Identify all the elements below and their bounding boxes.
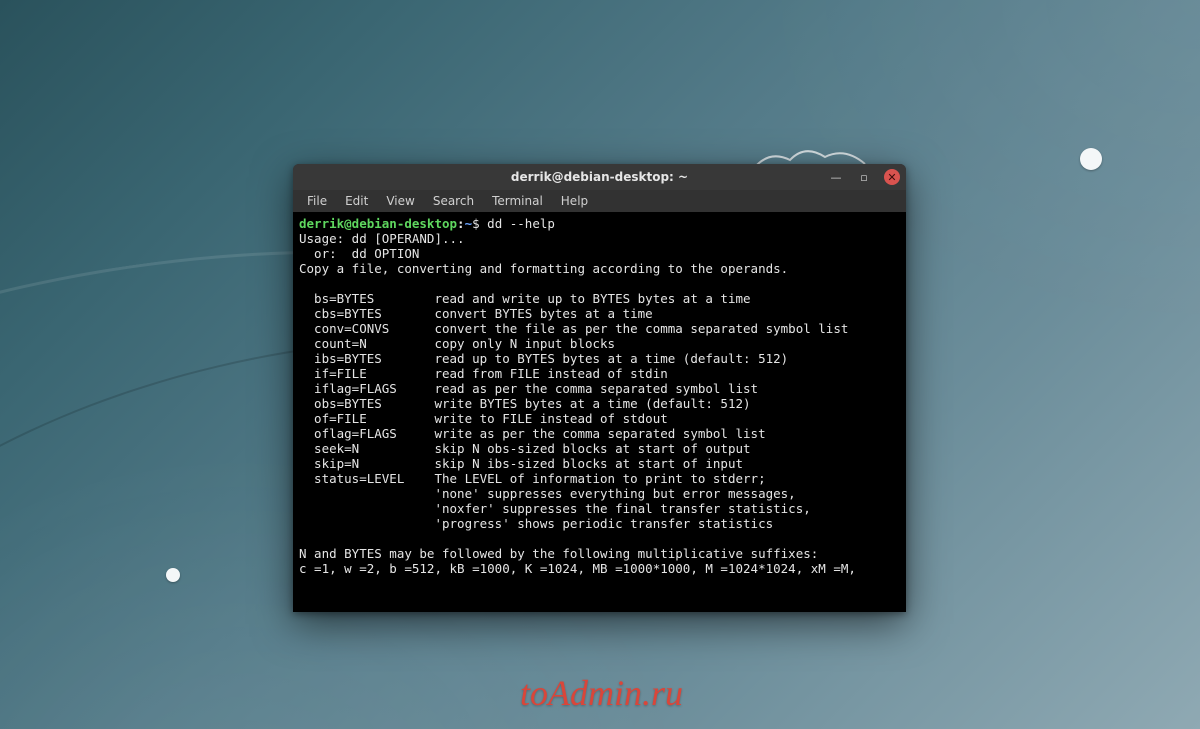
window-titlebar[interactable]: derrik@debian-desktop: ~ — ▫ ✕: [293, 164, 906, 190]
terminal-body[interactable]: derrik@debian-desktop:~$ dd --help Usage…: [293, 212, 906, 612]
menu-bar: File Edit View Search Terminal Help: [293, 190, 906, 212]
menu-help[interactable]: Help: [553, 192, 596, 210]
window-controls: — ▫ ✕: [828, 164, 900, 190]
prompt-path: ~: [465, 216, 473, 231]
menu-search[interactable]: Search: [425, 192, 482, 210]
window-title: derrik@debian-desktop: ~: [293, 170, 906, 184]
watermark-text: toAdmin.ru: [520, 672, 683, 714]
maximize-icon: ▫: [860, 171, 867, 184]
wallpaper-dot: [1080, 148, 1102, 170]
close-button[interactable]: ✕: [884, 169, 900, 185]
terminal-window: derrik@debian-desktop: ~ — ▫ ✕ File Edit…: [293, 164, 906, 612]
minimize-icon: —: [831, 171, 842, 184]
prompt-sep: :: [457, 216, 465, 231]
menu-edit[interactable]: Edit: [337, 192, 376, 210]
prompt-userhost: derrik@debian-desktop: [299, 216, 457, 231]
menu-view[interactable]: View: [378, 192, 422, 210]
prompt-sigil: $: [472, 216, 480, 231]
close-icon: ✕: [887, 172, 896, 183]
minimize-button[interactable]: —: [828, 169, 844, 185]
maximize-button[interactable]: ▫: [856, 169, 872, 185]
menu-file[interactable]: File: [299, 192, 335, 210]
menu-terminal[interactable]: Terminal: [484, 192, 551, 210]
terminal-output: Usage: dd [OPERAND]... or: dd OPTION Cop…: [299, 231, 856, 576]
prompt-command: dd --help: [487, 216, 555, 231]
wallpaper-dot: [166, 568, 180, 582]
